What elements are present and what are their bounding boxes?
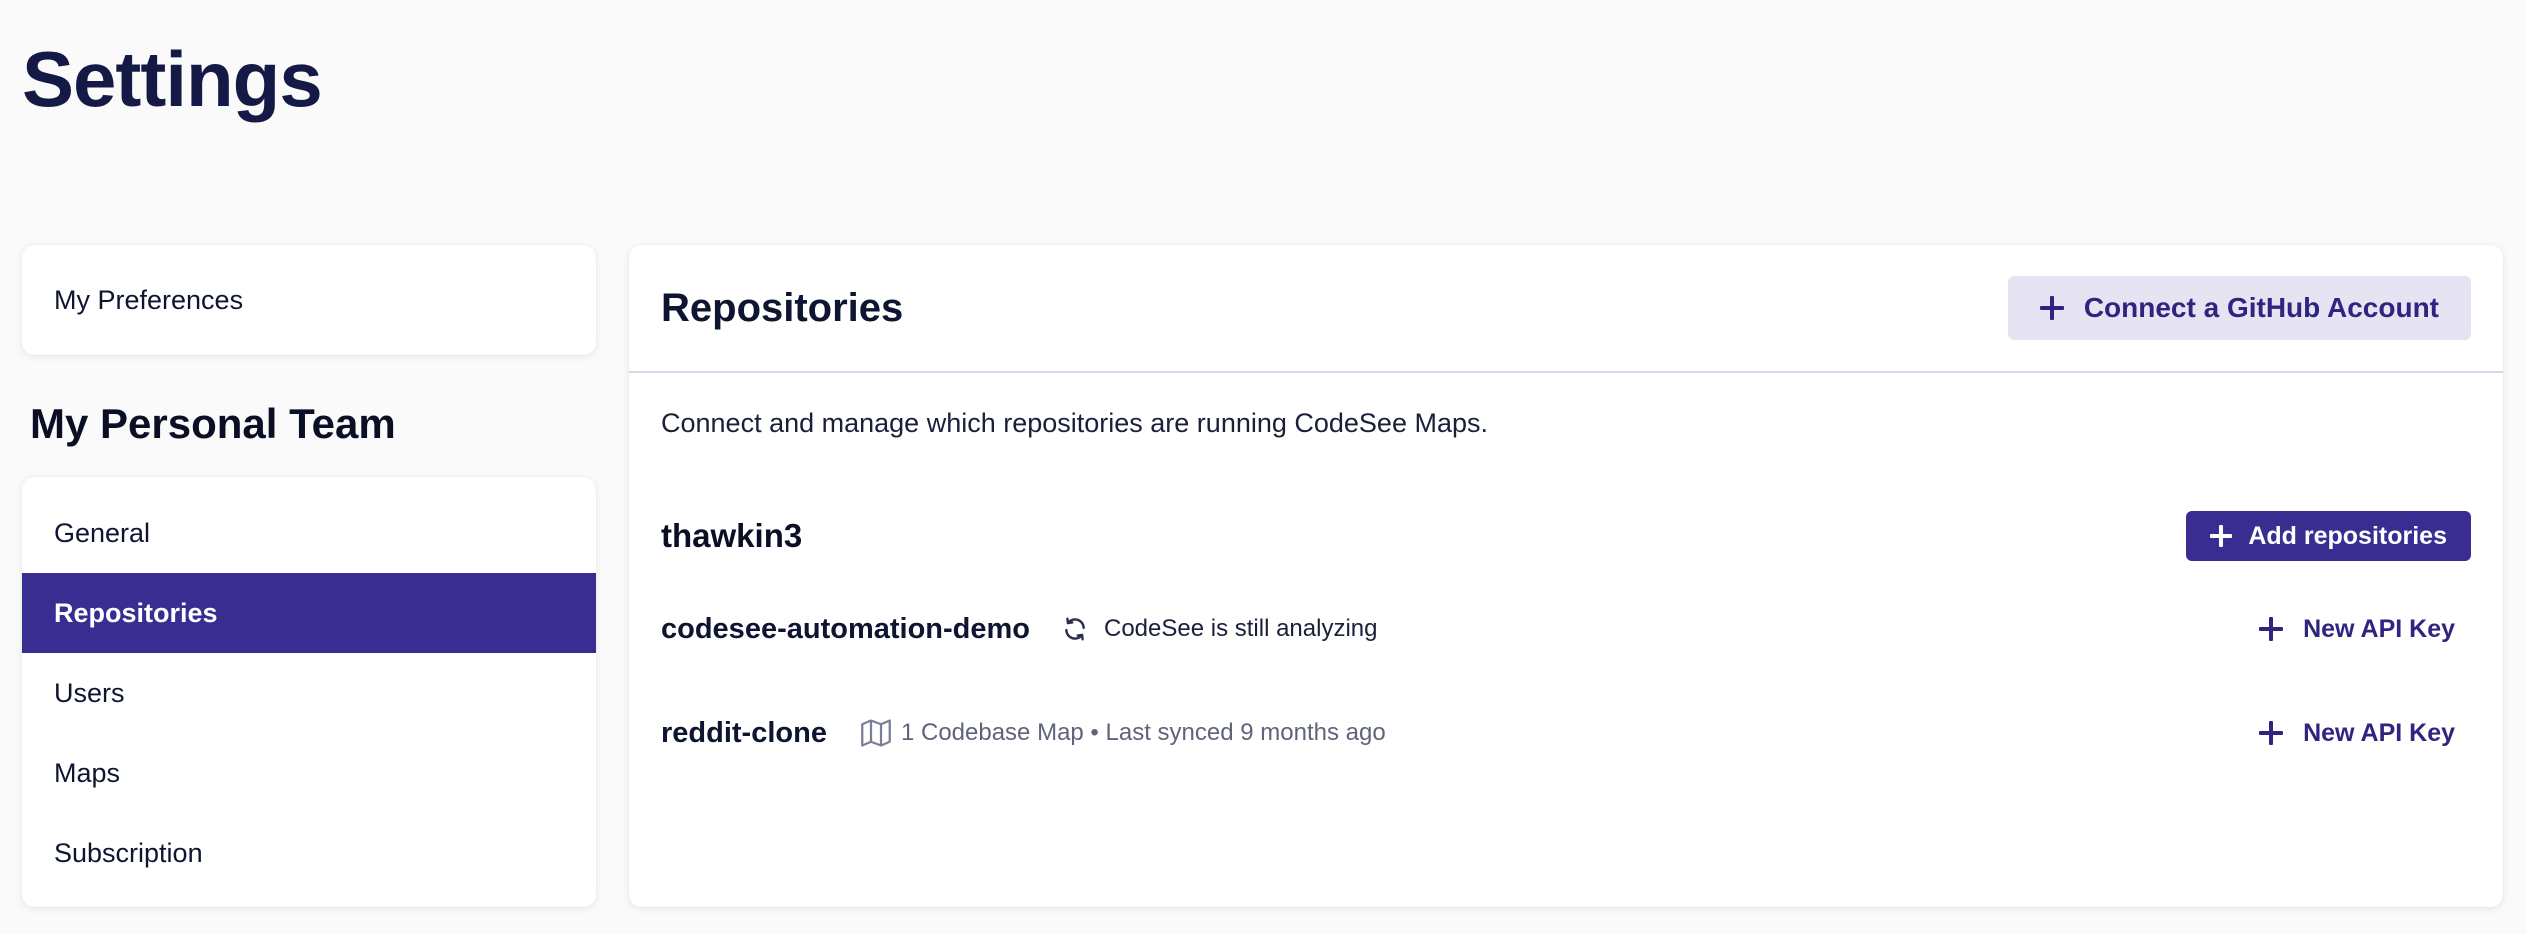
repository-sync-info: 1 Codebase Map • Last synced 9 months ag… xyxy=(900,719,1386,746)
sidebar-item-subscription[interactable]: Subscription xyxy=(22,813,596,893)
new-api-key-button[interactable]: New API Key xyxy=(2243,615,2471,644)
sidebar-item-label: Users xyxy=(54,677,125,708)
repository-info: codesee-automation-demo CodeSee is still… xyxy=(661,613,1377,646)
sidebar-item-label: General xyxy=(54,517,151,548)
repository-row: reddit-clone 1 Codebase Map • Last synce… xyxy=(661,708,2471,758)
sidebar-item-label: Repositories xyxy=(54,597,218,628)
plus-icon xyxy=(2039,296,2064,320)
connect-github-button[interactable]: Connect a GitHub Account xyxy=(2007,276,2471,340)
owner-row: thawkin3 Add repositories xyxy=(661,511,2471,561)
repository-name[interactable]: reddit-clone xyxy=(661,717,827,750)
repository-status: 1 Codebase Map • Last synced 9 months ag… xyxy=(859,718,1386,748)
sidebar-item-my-preferences[interactable]: My Preferences xyxy=(22,245,596,355)
new-api-key-button[interactable]: New API Key xyxy=(2243,719,2471,748)
owner-name: thawkin3 xyxy=(661,517,803,554)
sidebar-item-general[interactable]: General xyxy=(22,493,596,573)
panel-header: Repositories Connect a GitHub Account xyxy=(629,245,2503,373)
panel-title: Repositories xyxy=(661,285,904,330)
team-title: My Personal Team xyxy=(30,400,396,447)
plus-icon xyxy=(2259,721,2284,745)
add-repositories-button[interactable]: Add repositories xyxy=(2186,511,2471,561)
sidebar-item-repositories[interactable]: Repositories xyxy=(22,573,596,653)
add-repositories-label: Add repositories xyxy=(2248,521,2447,550)
repository-row: codesee-automation-demo CodeSee is still… xyxy=(661,604,2471,654)
repository-status-text: CodeSee is still analyzing xyxy=(1104,615,1378,642)
team-nav: General Repositories Users Maps Subscrip… xyxy=(22,477,596,907)
new-api-key-label: New API Key xyxy=(2303,614,2455,643)
sidebar-item-label: Subscription xyxy=(54,837,203,868)
sidebar-item-maps[interactable]: Maps xyxy=(22,733,596,813)
map-icon xyxy=(859,718,893,748)
repository-info: reddit-clone 1 Codebase Map • Last synce… xyxy=(661,717,1386,750)
panel-description: Connect and manage which repositories ar… xyxy=(661,408,1488,438)
page-title: Settings xyxy=(22,35,323,123)
refresh-icon xyxy=(1062,616,1088,642)
repositories-panel: Repositories Connect a GitHub Account Co… xyxy=(629,245,2503,907)
plus-icon xyxy=(2210,525,2233,547)
connect-github-label: Connect a GitHub Account xyxy=(2083,292,2439,323)
sidebar-item-label: Maps xyxy=(54,757,121,788)
sidebar-item-label: My Preferences xyxy=(54,284,244,315)
plus-icon xyxy=(2259,617,2284,641)
repository-name[interactable]: codesee-automation-demo xyxy=(661,613,1030,646)
new-api-key-label: New API Key xyxy=(2303,718,2455,747)
repository-status: CodeSee is still analyzing xyxy=(1062,615,1377,643)
sidebar-item-users[interactable]: Users xyxy=(22,653,596,733)
